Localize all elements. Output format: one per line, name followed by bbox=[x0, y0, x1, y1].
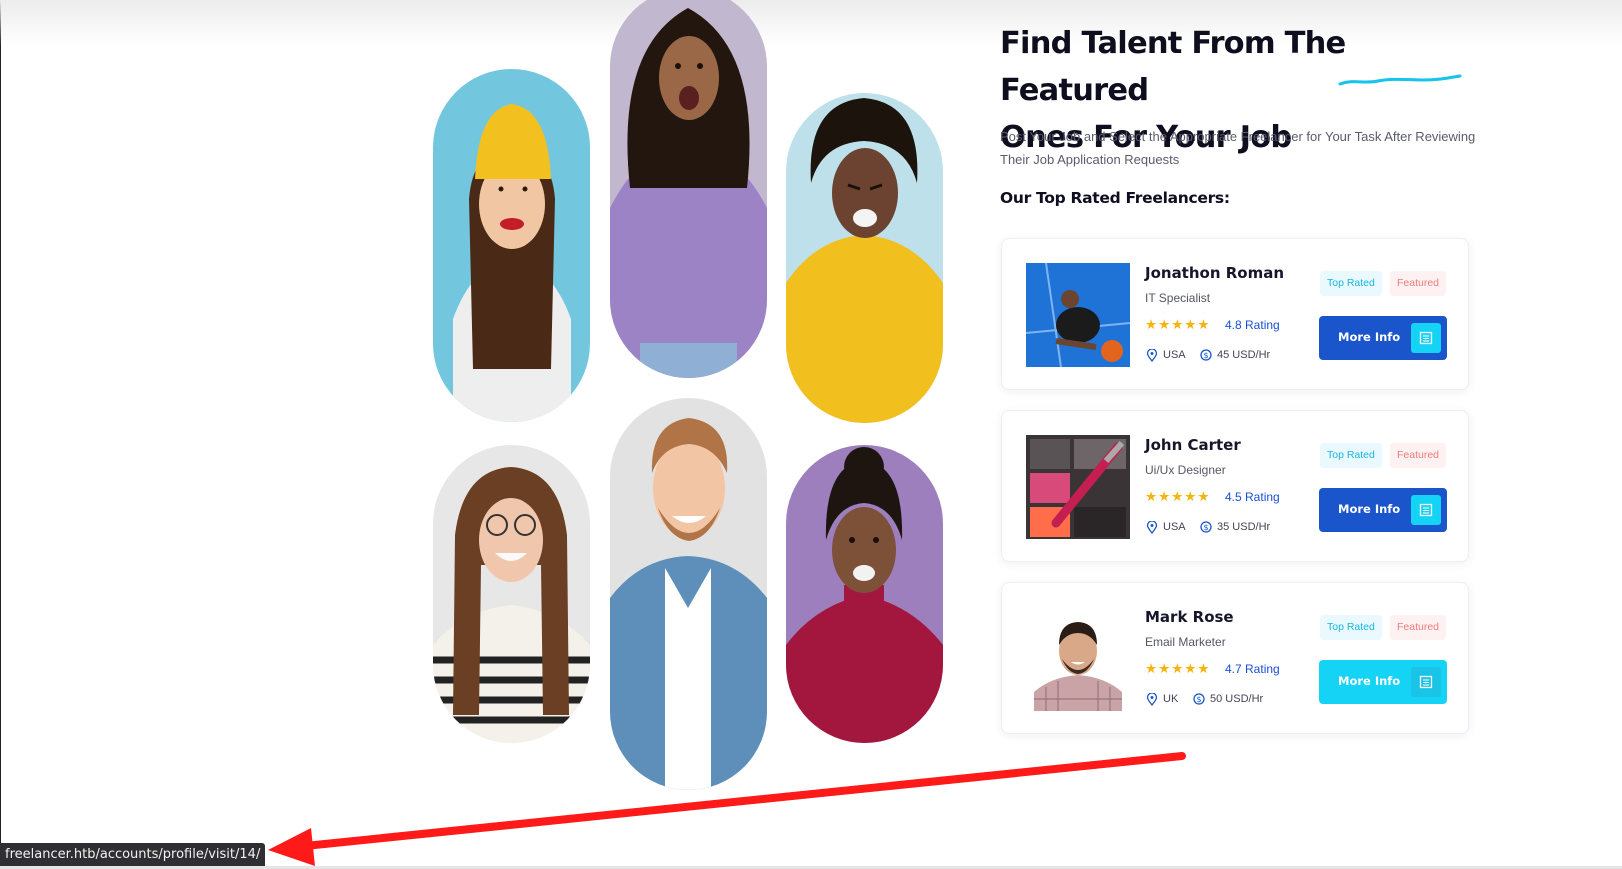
intro-text: Post Your Job and Select the Appropriate… bbox=[1000, 129, 1476, 167]
freelancer-photo bbox=[1026, 607, 1130, 711]
featured-badge: Featured bbox=[1390, 615, 1447, 640]
dollar-coin-icon: $ bbox=[1200, 349, 1212, 361]
location-pin-icon bbox=[1146, 693, 1158, 706]
dollar-coin-icon: $ bbox=[1200, 521, 1212, 533]
location-pin-icon bbox=[1146, 521, 1158, 534]
photo-woman-red-turtleneck bbox=[786, 445, 943, 743]
document-icon bbox=[1411, 667, 1441, 697]
star-rating-icon: ★★★★★ bbox=[1145, 661, 1211, 676]
svg-text:$: $ bbox=[1203, 523, 1208, 532]
more-info-label: More Info bbox=[1338, 502, 1401, 516]
man-checkered-shirt-photo bbox=[1026, 607, 1130, 711]
rating-text: 4.7 Rating bbox=[1225, 662, 1280, 676]
photo-woman-purple-tshirt bbox=[610, 0, 767, 378]
rating-text: 4.8 Rating bbox=[1225, 318, 1280, 332]
hourly-rate: 35 USD/Hr bbox=[1217, 521, 1271, 533]
freelancer-photo bbox=[1026, 263, 1130, 367]
star-rating-icon: ★★★★★ bbox=[1145, 489, 1211, 504]
photo-woman-yellow-sweater bbox=[786, 93, 943, 423]
top-rated-badge: Top Rated bbox=[1320, 271, 1382, 296]
freelancer-card[interactable]: John Carter Ui/Ux Designer ★★★★★ 4.5 Rat… bbox=[1001, 410, 1469, 562]
more-info-button[interactable]: More Info bbox=[1319, 316, 1447, 360]
location-text: USA bbox=[1163, 349, 1186, 361]
freelancer-card[interactable]: Jonathon Roman IT Specialist ★★★★★ 4.8 R… bbox=[1001, 238, 1469, 390]
document-icon bbox=[1411, 323, 1441, 353]
underline-squiggle-icon bbox=[1338, 74, 1462, 86]
freelancer-role: IT Specialist bbox=[1145, 291, 1211, 305]
featured-badge: Featured bbox=[1390, 443, 1447, 468]
more-info-button[interactable]: More Info bbox=[1319, 660, 1447, 704]
location-text: UK bbox=[1163, 693, 1179, 705]
svg-text:$: $ bbox=[1203, 351, 1208, 360]
location-text: USA bbox=[1163, 521, 1186, 533]
star-rating-icon: ★★★★★ bbox=[1145, 317, 1211, 332]
more-info-button[interactable]: More Info bbox=[1319, 488, 1447, 532]
status-bar-url: freelancer.htb/accounts/profile/visit/14… bbox=[0, 843, 266, 866]
dollar-coin-icon: $ bbox=[1193, 693, 1205, 705]
section-subtitle: Our Top Rated Freelancers: bbox=[1000, 189, 1230, 207]
freelancer-photo bbox=[1026, 435, 1130, 539]
basketball-player-photo bbox=[1026, 263, 1130, 367]
freelancer-name[interactable]: John Carter bbox=[1145, 436, 1241, 454]
location-pin-icon bbox=[1146, 349, 1158, 362]
more-info-label: More Info bbox=[1338, 674, 1401, 688]
photo-woman-yellow-beanie bbox=[433, 69, 590, 422]
freelancer-role: Ui/Ux Designer bbox=[1145, 463, 1226, 477]
freelancer-name[interactable]: Mark Rose bbox=[1145, 608, 1234, 626]
rating-text: 4.5 Rating bbox=[1225, 490, 1280, 504]
hourly-rate: 45 USD/Hr bbox=[1217, 349, 1271, 361]
photo-woman-striped-top bbox=[433, 445, 590, 743]
window-edge bbox=[0, 0, 1, 869]
freelancer-card[interactable]: Mark Rose Email Marketer ★★★★★ 4.7 Ratin… bbox=[1001, 582, 1469, 734]
photo-man-denim-shirt bbox=[610, 398, 767, 790]
hourly-rate: 50 USD/Hr bbox=[1210, 693, 1264, 705]
freelancer-role: Email Marketer bbox=[1145, 635, 1226, 649]
page-title-line1: Find Talent From The Featured bbox=[1000, 26, 1346, 108]
featured-badge: Featured bbox=[1390, 271, 1447, 296]
document-icon bbox=[1411, 495, 1441, 525]
svg-text:$: $ bbox=[1196, 695, 1201, 704]
more-info-label: More Info bbox=[1338, 330, 1401, 344]
top-rated-badge: Top Rated bbox=[1320, 443, 1382, 468]
top-rated-badge: Top Rated bbox=[1320, 615, 1382, 640]
makeup-palette-photo bbox=[1026, 435, 1130, 539]
freelancer-name[interactable]: Jonathon Roman bbox=[1145, 264, 1284, 282]
